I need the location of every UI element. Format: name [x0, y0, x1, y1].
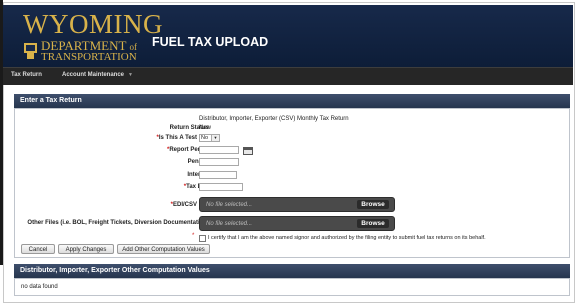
- wydot-logo: WYOMING DEPARTMENT of TRANSPORTATION: [21, 9, 162, 63]
- report-period-input[interactable]: [199, 146, 239, 154]
- top-nav: Tax Return Account Maintenance ▼: [3, 67, 573, 85]
- return-type-text: Distributor, Importer, Exporter (CSV) Mo…: [199, 116, 349, 122]
- panel-header-computation-values: Distributor, Importer, Exporter Other Co…: [14, 264, 570, 278]
- no-data-text: no data found: [21, 284, 58, 290]
- logo-wyoming: WYOMING: [23, 9, 163, 39]
- edi-csv-file-picker[interactable]: No file selected... Browse: [199, 197, 395, 212]
- panel-header-enter-return: Enter a Tax Return: [14, 94, 570, 108]
- wyoming-state-icon: [24, 43, 37, 59]
- edi-csv-placeholder: No file selected...: [206, 202, 253, 208]
- certify-required-marker: *: [192, 233, 195, 239]
- edi-csv-browse-button[interactable]: Browse: [357, 200, 389, 209]
- test-file-select[interactable]: No ▼: [199, 134, 220, 142]
- panel-title-computation-values: Distributor, Importer, Exporter Other Co…: [20, 267, 210, 274]
- certify-text: I certify that I am the above named sign…: [208, 235, 486, 241]
- add-other-computation-values-button[interactable]: Add Other Computation Values: [117, 244, 210, 254]
- cancel-button[interactable]: Cancel: [21, 244, 55, 254]
- calendar-icon[interactable]: [243, 147, 253, 155]
- other-files-picker[interactable]: No file selected... Browse: [199, 216, 395, 231]
- chevron-down-icon: ▼: [128, 72, 133, 78]
- interest-input[interactable]: [199, 171, 237, 179]
- certify-checkbox[interactable]: [199, 235, 206, 242]
- return-status-value: New: [199, 125, 212, 131]
- app-header: WYOMING DEPARTMENT of TRANSPORTATION FUE…: [3, 5, 573, 67]
- other-files-browse-button[interactable]: Browse: [357, 219, 389, 228]
- panel-title-enter-return: Enter a Tax Return: [20, 97, 82, 104]
- logo-transportation: TRANSPORTATION: [41, 51, 137, 63]
- other-files-label: Other Files (i.e. BOL, Freight Tickets, …: [27, 220, 209, 226]
- nav-account-maintenance-label: Account Maintenance: [62, 72, 125, 78]
- app-title: FUEL TAX UPLOAD: [152, 35, 269, 49]
- chevron-down-icon: ▼: [211, 135, 219, 141]
- apply-changes-button[interactable]: Apply Changes: [58, 244, 114, 254]
- nav-tax-return[interactable]: Tax Return: [11, 72, 42, 78]
- enter-return-panel: Distributor, Importer, Exporter (CSV) Mo…: [14, 108, 570, 258]
- tax-due-input[interactable]: [199, 183, 243, 191]
- penalty-input[interactable]: [199, 158, 239, 166]
- computation-values-panel: no data found: [14, 278, 570, 296]
- other-files-placeholder: No file selected...: [206, 221, 253, 227]
- nav-account-maintenance[interactable]: Account Maintenance ▼: [62, 72, 133, 78]
- test-file-value: No: [201, 135, 209, 141]
